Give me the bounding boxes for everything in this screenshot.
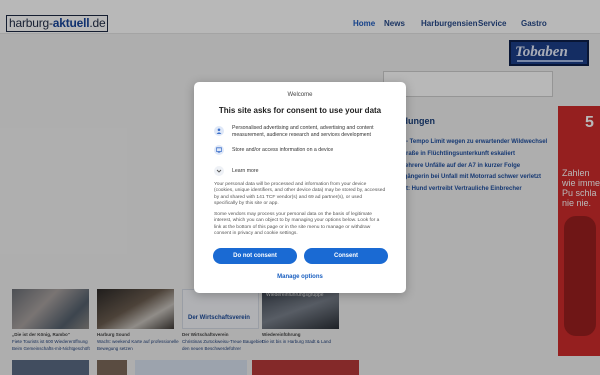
consent-welcome: Welcome bbox=[287, 92, 313, 98]
purpose-text: Personalised advertising and content, ad… bbox=[232, 125, 374, 138]
chevron-down-icon bbox=[214, 166, 224, 176]
consent-dialog: Welcome This site asks for consent to us… bbox=[194, 82, 406, 293]
consent-body-1: Your personal data will be processed and… bbox=[214, 182, 386, 206]
learn-more-label: Learn more bbox=[232, 168, 259, 174]
do-not-consent-button[interactable]: Do not consent bbox=[213, 248, 297, 264]
consent-title: This site asks for consent to use your d… bbox=[218, 106, 382, 115]
person-icon bbox=[214, 126, 224, 136]
manage-options-link[interactable]: Manage options bbox=[194, 274, 406, 280]
purpose-text: Store and/or access information on a dev… bbox=[232, 147, 334, 153]
device-icon bbox=[214, 145, 224, 155]
consent-button[interactable]: Consent bbox=[304, 248, 388, 264]
consent-body-2: Some vendors may process your personal d… bbox=[214, 212, 380, 236]
